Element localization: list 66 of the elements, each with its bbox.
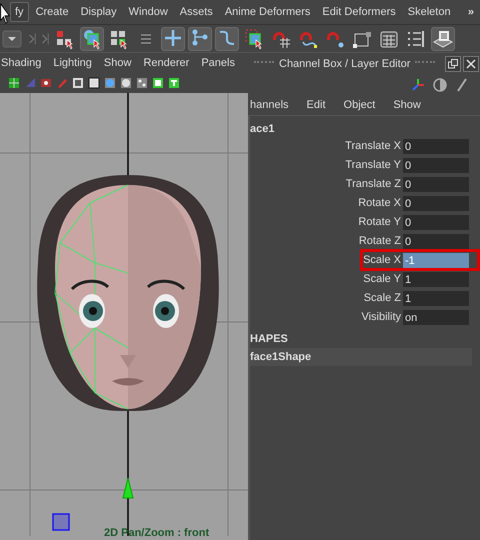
sphere-icon[interactable] [104, 76, 116, 90]
square-icon[interactable] [88, 76, 100, 90]
camera-icon[interactable] [40, 76, 52, 90]
channel-value-field[interactable]: 0 [403, 215, 469, 230]
dots-icon[interactable] [136, 76, 148, 90]
menu-item[interactable]: hannels [250, 99, 289, 111]
windows-icon [448, 59, 458, 69]
channel-label[interactable]: Scale X [363, 252, 403, 268]
half-circle-icon[interactable] [432, 77, 448, 93]
channel-label[interactable]: Rotate Z [358, 233, 403, 249]
menu-item[interactable]: Renderer [143, 57, 190, 69]
axes-icon[interactable] [410, 77, 426, 93]
channel-label[interactable]: Translate X [345, 138, 403, 154]
dashed-select-icon [244, 28, 264, 50]
menu-item[interactable]: Lighting [53, 57, 92, 69]
channel-label[interactable]: Translate Z [346, 176, 403, 192]
menu-item[interactable]: Window [124, 2, 173, 22]
channel-value-field[interactable]: 1 [403, 291, 469, 306]
channel-value-field[interactable]: 0 [403, 139, 469, 154]
channel-label[interactable]: Translate Y [345, 157, 403, 173]
close-button[interactable] [463, 56, 479, 72]
object-select-icon [82, 28, 102, 50]
channel-label[interactable]: Visibility [361, 309, 403, 325]
channel-label[interactable]: Rotate Y [358, 214, 403, 230]
menu-item[interactable]: Object [344, 99, 376, 111]
object-name: ace1 [250, 122, 276, 137]
channel-value-field[interactable]: 0 [403, 158, 469, 173]
menu-item[interactable]: Skeleton [402, 2, 456, 22]
toolbar-button[interactable] [215, 26, 239, 50]
menu-item[interactable]: Edit Deformers [317, 2, 401, 22]
channel-value-field[interactable]: 0 [403, 234, 469, 249]
float-button[interactable] [445, 56, 461, 72]
channel-label[interactable]: Scale Z [364, 290, 403, 306]
panel-title: Channel Box / Layer Editor [279, 58, 410, 70]
section-header: HAPES [250, 332, 289, 347]
menu-item[interactable]: Create [30, 2, 74, 22]
sphere-icon[interactable] [120, 76, 132, 90]
menu-item[interactable]: Show [393, 99, 421, 111]
channel-value-field[interactable]: on [403, 310, 469, 325]
menu-item[interactable]: Anime Deformers [220, 2, 316, 22]
menu-item[interactable]: Shading [1, 57, 42, 69]
channel-value-field[interactable]: 0 [403, 196, 469, 211]
channel-value-field[interactable]: 1 [403, 272, 469, 287]
toolbar-button[interactable] [188, 26, 212, 50]
channel-label[interactable]: Scale Y [363, 271, 403, 287]
dropdown-icon [2, 28, 22, 50]
menu-item[interactable]: Edit [306, 99, 326, 111]
menu-item[interactable]: Panels [201, 57, 235, 69]
channel-label[interactable]: Rotate X [358, 195, 403, 211]
menu-item[interactable]: Assets [174, 2, 218, 22]
menu-item[interactable]: fy [10, 2, 29, 22]
toolbar-button[interactable] [161, 26, 185, 50]
toolbar-button[interactable] [80, 26, 104, 50]
grid-icon[interactable] [8, 76, 20, 90]
close-icon [466, 59, 476, 69]
toolbar-button[interactable] [431, 26, 455, 50]
frame-icon[interactable] [152, 76, 164, 90]
square-marker [52, 513, 70, 531]
cube-icon[interactable] [72, 76, 84, 90]
channel-value-field[interactable]: 0 [403, 177, 469, 192]
cursor-icon [0, 3, 10, 25]
shape-name[interactable]: face1Shape [250, 348, 472, 366]
overflow-button[interactable]: » [462, 6, 480, 18]
texture-icon[interactable] [168, 76, 180, 90]
menu-item[interactable]: Display [76, 2, 122, 22]
menu-item[interactable]: Show [104, 57, 132, 69]
